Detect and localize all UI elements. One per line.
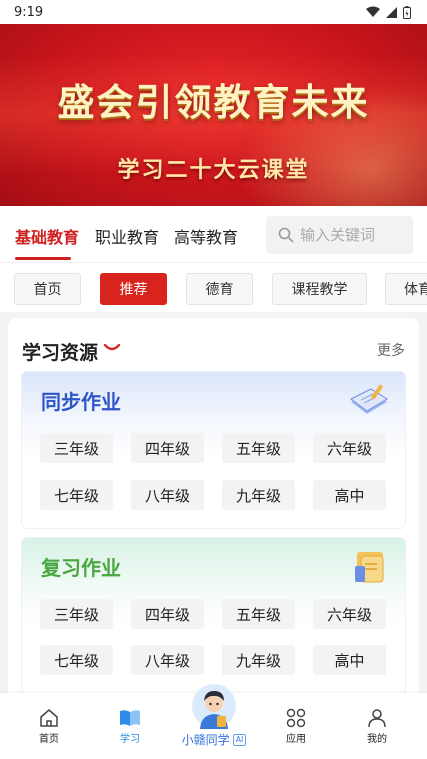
grade-button[interactable]: 九年级	[222, 645, 295, 675]
chip-course-teaching[interactable]: 课程教学	[272, 273, 367, 305]
grade-button[interactable]: 三年级	[40, 433, 113, 463]
status-icons	[366, 5, 411, 19]
search-input[interactable]	[300, 226, 400, 244]
wifi-icon	[366, 6, 380, 17]
active-tab-underline	[15, 257, 71, 260]
chip-recommend[interactable]: 推荐	[100, 273, 167, 305]
folder-book-icon	[355, 552, 384, 583]
nav-apps-label: 应用	[286, 734, 306, 745]
grade-button[interactable]: 七年级	[40, 645, 113, 675]
nav-home[interactable]: 首页	[14, 693, 84, 759]
search-box[interactable]	[266, 216, 413, 254]
banner-title: 盛会引领教育未来	[57, 80, 370, 124]
open-book-icon	[120, 710, 140, 726]
review-homework-panel: 复习作业 三年级 四年级 五年级 六年级 七年级 八年级 九年级 高中	[21, 537, 406, 695]
education-tabs: 基础教育 职业教育 高等教育	[0, 206, 427, 262]
user-icon	[368, 709, 386, 728]
resources-title: 学习资源	[22, 342, 99, 364]
nav-study-label: 学习	[120, 734, 140, 745]
grade-button[interactable]: 五年级	[222, 433, 295, 463]
grade-button[interactable]: 六年级	[313, 599, 386, 629]
nav-study[interactable]: 学习	[95, 693, 165, 759]
status-time: 9:19	[14, 4, 44, 20]
sync-homework-title: 同步作业	[41, 390, 121, 414]
grade-button[interactable]: 七年级	[40, 480, 113, 510]
nav-home-label: 首页	[39, 734, 59, 745]
chip-moral-education[interactable]: 德育	[186, 273, 253, 305]
nav-mine-label: 我的	[367, 734, 387, 745]
tab-higher-education[interactable]: 高等教育	[174, 224, 238, 248]
grade-button[interactable]: 高中	[313, 645, 386, 675]
grade-button[interactable]: 八年级	[131, 645, 204, 675]
grade-button[interactable]: 四年级	[131, 599, 204, 629]
promo-banner[interactable]: 盛会引领教育未来 学习二十大云课堂	[0, 24, 427, 206]
sync-homework-panel: 同步作业 三年级 四年级 五年级 六年级 七年级 八年级 九年级 高中	[21, 371, 406, 529]
bottom-navigation: 首页 学习 小赣同学 AI 应用 我的	[0, 684, 427, 759]
grade-button[interactable]: 六年级	[313, 433, 386, 463]
category-chips: 首页 推荐 德育 课程教学 体育	[0, 262, 427, 312]
banner-subtitle: 学习二十大云课堂	[117, 157, 310, 183]
ai-badge: AI	[232, 733, 247, 746]
battery-icon	[403, 5, 411, 19]
grade-button[interactable]: 五年级	[222, 599, 295, 629]
nav-assistant-label: 小赣同学	[181, 733, 230, 747]
grade-button[interactable]: 三年级	[40, 599, 113, 629]
chip-home[interactable]: 首页	[14, 273, 81, 305]
tab-vocational-education[interactable]: 职业教育	[95, 224, 159, 248]
grade-button[interactable]: 八年级	[131, 480, 204, 510]
grade-button[interactable]: 四年级	[131, 433, 204, 463]
nav-assistant[interactable]: 小赣同学 AI	[176, 683, 252, 759]
grade-button[interactable]: 九年级	[222, 480, 295, 510]
review-homework-title: 复习作业	[41, 556, 121, 580]
search-icon	[278, 227, 294, 243]
more-link[interactable]: 更多	[377, 340, 405, 360]
signal-icon	[386, 6, 397, 18]
nav-apps[interactable]: 应用	[261, 693, 331, 759]
notebook-pen-icon	[350, 384, 388, 414]
smile-decoration-icon	[103, 343, 121, 351]
tab-basic-education[interactable]: 基础教育	[15, 224, 79, 248]
home-icon	[40, 709, 58, 727]
grade-button[interactable]: 高中	[313, 480, 386, 510]
learning-resources-card: 学习资源 更多 同步作业 三年级 四年级 五年级 六年级 七年级 八年级 九年级…	[8, 318, 419, 708]
status-bar: 9:19	[0, 0, 427, 24]
apps-grid-icon	[286, 708, 306, 728]
nav-mine[interactable]: 我的	[342, 693, 412, 759]
assistant-avatar-icon	[192, 684, 236, 729]
chip-sports[interactable]: 体育	[385, 273, 427, 305]
